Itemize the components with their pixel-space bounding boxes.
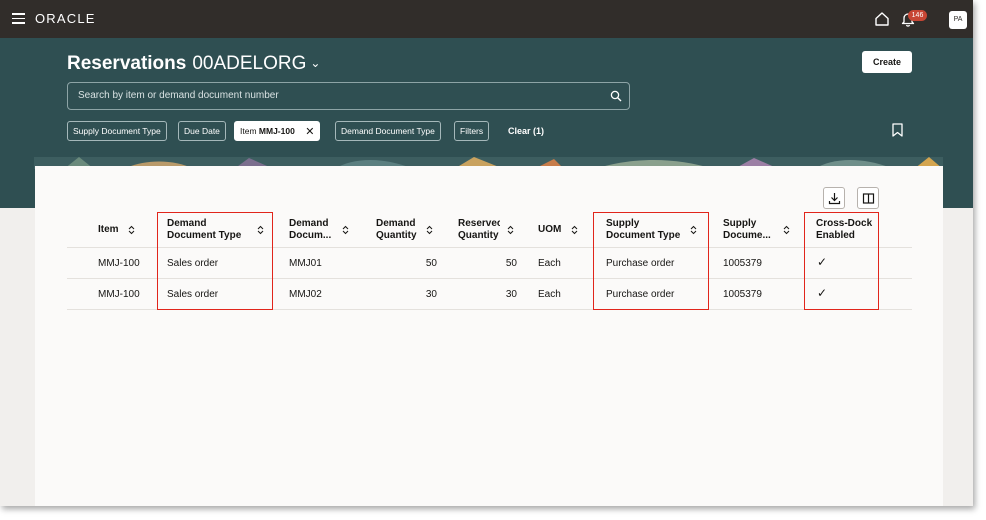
sort-icon[interactable] — [342, 225, 349, 235]
column-header-item[interactable]: Item — [98, 224, 119, 236]
column-header-uom[interactable]: UOM — [538, 224, 561, 236]
bookmark-icon[interactable] — [892, 123, 903, 137]
column-header-demand-quantity[interactable]: Demand Quantity — [376, 218, 417, 242]
sort-icon[interactable] — [507, 225, 514, 235]
sort-icon[interactable] — [783, 225, 790, 235]
export-button[interactable] — [823, 187, 845, 209]
column-header-label: Item — [98, 224, 119, 235]
cell-uom: Each — [538, 289, 561, 300]
filter-chip-demand-document-type[interactable]: Demand Document Type — [335, 121, 441, 141]
cell-item[interactable]: MMJ-100 — [98, 289, 140, 301]
cell-demand-quantity: 50 — [425, 258, 437, 269]
column-header-label: Demand — [376, 218, 416, 229]
remove-filter-icon[interactable]: ✕ — [305, 123, 314, 141]
column-header-label: UOM — [538, 224, 562, 235]
highlight-cross-dock-enabled — [804, 212, 879, 310]
search-input[interactable]: Search by item or demand document number — [78, 83, 598, 109]
highlight-supply-document-type — [593, 212, 709, 310]
page-title: Reservations 00ADELORG ⌄ — [67, 53, 320, 75]
search-bar[interactable]: Search by item or demand document number — [67, 82, 630, 110]
cell-supply-document[interactable]: 1005379 — [723, 289, 762, 301]
filter-chip-item-label: Item — [240, 126, 257, 136]
menu-icon[interactable] — [12, 13, 25, 24]
filter-chip-due-date[interactable]: Due Date — [178, 121, 226, 141]
column-header-label: Docum... — [289, 230, 332, 241]
clear-filters-link[interactable]: Clear (1) — [508, 121, 544, 141]
columns-button[interactable] — [857, 187, 879, 209]
filters-button[interactable]: Filters — [454, 121, 490, 141]
column-header-reserved-quantity[interactable]: Reservec Quantity — [458, 218, 500, 242]
column-header-supply-document[interactable]: Supply Docume... — [723, 218, 771, 242]
user-avatar[interactable]: PA — [949, 11, 967, 29]
search-icon[interactable] — [610, 90, 622, 102]
filter-chip-item[interactable]: Item MMJ-100 ✕ — [234, 121, 321, 141]
app-window: ORACLE 146 PA Reservations 00ADELORG ⌄ Cre… — [0, 0, 973, 506]
organization-selector[interactable]: 00ADELORG — [192, 53, 306, 74]
notification-count-badge: 146 — [908, 10, 927, 21]
cell-reserved-quantity: 30 — [505, 289, 517, 300]
column-header-label: Quantity — [458, 230, 499, 241]
column-header-label: Demand — [289, 218, 329, 229]
highlight-demand-document-type — [157, 212, 273, 310]
download-icon — [828, 193, 841, 205]
filter-chip-supply-document-type[interactable]: Supply Document Type — [67, 121, 167, 141]
cell-demand-document[interactable]: MMJ01 — [289, 258, 322, 270]
cell-reserved-quantity: 50 — [505, 258, 517, 269]
cell-item[interactable]: MMJ-100 — [98, 258, 140, 270]
cell-supply-document[interactable]: 1005379 — [723, 258, 762, 270]
create-button[interactable]: Create — [862, 51, 912, 73]
cell-uom: Each — [538, 258, 561, 269]
sort-icon[interactable] — [426, 225, 433, 235]
sort-icon[interactable] — [571, 225, 578, 235]
cell-demand-quantity: 30 — [425, 289, 437, 300]
chevron-down-icon[interactable]: ⌄ — [310, 56, 320, 70]
column-header-label: Reservec — [458, 218, 500, 229]
cell-demand-document[interactable]: MMJ02 — [289, 289, 322, 301]
column-header-label: Supply — [723, 218, 757, 229]
filter-chip-item-value: MMJ-100 — [258, 126, 295, 136]
columns-icon — [862, 193, 875, 204]
column-header-label: Quantity — [376, 230, 417, 241]
page-title-text: Reservations — [67, 53, 187, 74]
sort-icon[interactable] — [128, 225, 135, 235]
column-header-demand-document[interactable]: Demand Docum... — [289, 218, 331, 242]
global-header: ORACLE 146 PA — [0, 0, 973, 38]
column-header-label: Docume... — [723, 230, 771, 241]
home-icon[interactable] — [874, 11, 890, 27]
oracle-logo: ORACLE — [35, 11, 96, 26]
